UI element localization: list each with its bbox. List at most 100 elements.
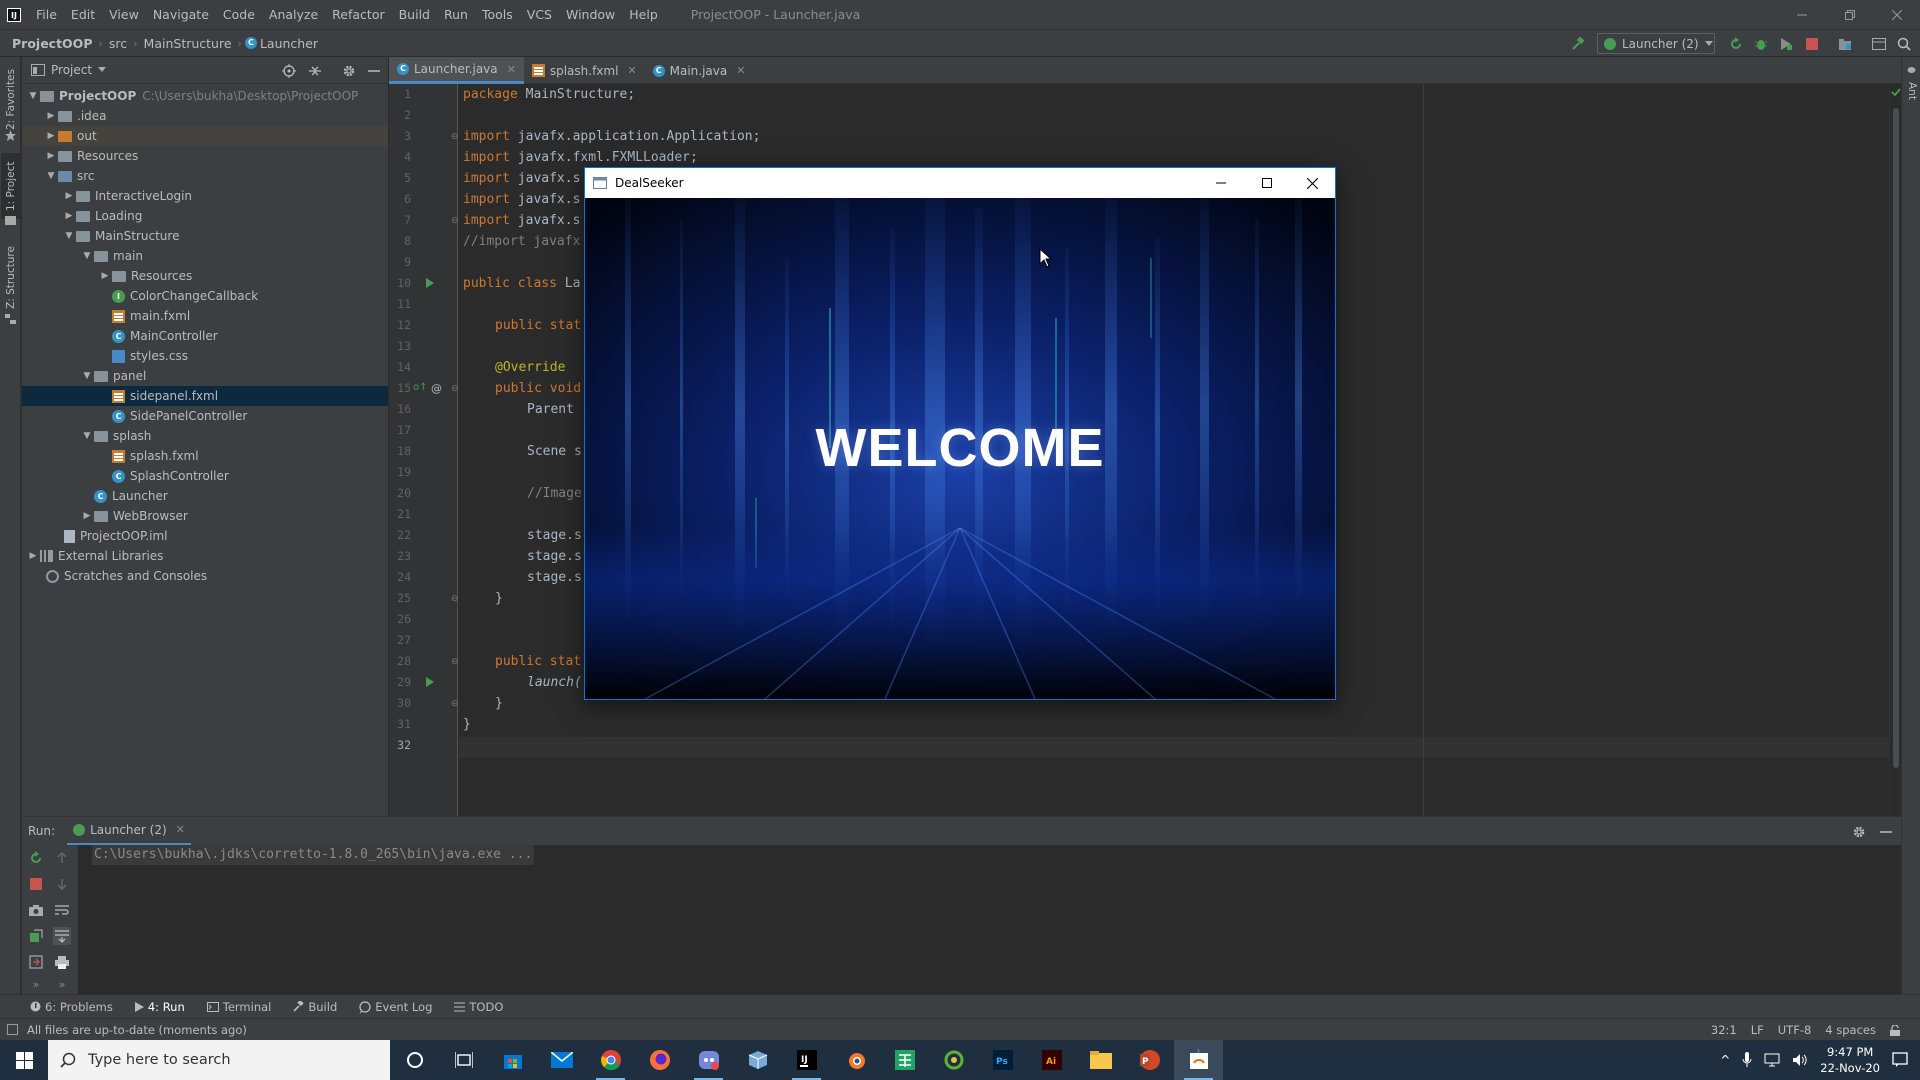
scrollbar-thumb[interactable] — [1893, 108, 1899, 768]
menu-refactor[interactable]: Refactor — [325, 0, 391, 29]
close-tab-icon[interactable]: ✕ — [507, 63, 516, 76]
fold-icon[interactable]: ⊖ — [451, 384, 459, 394]
favorites-tab[interactable]: 2: Favorites — [1, 65, 21, 135]
fold-icon[interactable]: ⊖ — [451, 216, 459, 226]
minimize-button[interactable] — [1779, 0, 1825, 29]
rerun-button[interactable] — [1727, 35, 1745, 53]
clock[interactable]: 9:47 PM 22-Nov-20 — [1820, 1044, 1880, 1076]
chevron-right-icon[interactable]: ▶ — [44, 131, 58, 141]
search-everywhere-button[interactable] — [1895, 35, 1913, 53]
tree-item-projectoop-iml[interactable]: ProjectOOP.iml — [22, 526, 388, 546]
tree-item-projectoop[interactable]: ▼ ProjectOOP C:\Users\bukha\Desktop\Proj… — [22, 86, 388, 106]
terminal-tab[interactable]: Terminal — [206, 1000, 271, 1014]
run-console[interactable] — [22, 845, 1901, 994]
chevron-down-icon[interactable]: ▼ — [62, 231, 76, 241]
file-explorer-app[interactable] — [1076, 1040, 1125, 1080]
gear-icon[interactable] — [342, 64, 356, 78]
breadcrumb-project[interactable]: ProjectOOP — [9, 36, 95, 51]
restore-button[interactable] — [1827, 0, 1873, 29]
mail-app[interactable] — [537, 1040, 586, 1080]
hide-panel-icon[interactable] — [368, 64, 380, 78]
menu-analyze[interactable]: Analyze — [262, 0, 325, 29]
event-log-tab[interactable]: Event Log — [359, 1000, 432, 1014]
editor-scrollbar[interactable] — [1889, 84, 1901, 816]
tree-item-out[interactable]: ▶ out — [22, 126, 388, 146]
microphone-icon[interactable] — [1742, 1052, 1752, 1068]
override-gutter-icon[interactable]: o↑ — [413, 382, 428, 393]
fold-icon[interactable]: ⊖ — [451, 132, 459, 142]
network-icon[interactable] — [1764, 1053, 1780, 1067]
menu-build[interactable]: Build — [392, 0, 437, 29]
store-app[interactable] — [488, 1040, 537, 1080]
tree-item-mainstructure[interactable]: ▼ MainStructure — [22, 226, 388, 246]
fold-icon[interactable]: ⊖ — [451, 699, 459, 709]
run-tab-launcher[interactable]: Launcher (2) ✕ — [67, 817, 191, 846]
task-view-button[interactable] — [439, 1040, 488, 1080]
hide-panel-icon[interactable] — [1880, 825, 1892, 839]
project-structure-button[interactable] — [1836, 35, 1854, 53]
taskbar-search-input[interactable]: Type here to search — [48, 1040, 390, 1080]
tree-item-splashcontroller[interactable]: C SplashController — [22, 466, 388, 486]
more-icon[interactable]: » — [53, 975, 71, 993]
scroll-to-end-button[interactable] — [53, 927, 71, 945]
project-panel-title[interactable]: Project — [51, 63, 92, 77]
ds-minimize-button[interactable] — [1198, 168, 1244, 198]
breadcrumb-mainstructure[interactable]: MainStructure — [141, 36, 235, 51]
tab-launcher-java[interactable]: C Launcher.java ✕ — [389, 57, 524, 84]
tree-item-external-libraries[interactable]: ▶ External Libraries — [22, 546, 388, 566]
chevron-down-icon[interactable]: ▼ — [26, 91, 40, 101]
intellij-app[interactable]: IJ — [782, 1040, 831, 1080]
menu-tools[interactable]: Tools — [475, 0, 520, 29]
chevron-right-icon[interactable]: ▶ — [44, 111, 58, 121]
notification-icon[interactable] — [1892, 1052, 1908, 1068]
scroll-up-button[interactable] — [53, 849, 71, 867]
debug-button[interactable] — [1752, 35, 1770, 53]
dump-threads-button[interactable] — [27, 901, 45, 919]
blender-app[interactable] — [831, 1040, 880, 1080]
chevron-right-icon[interactable]: ▶ — [26, 551, 40, 561]
tab-splash-fxml[interactable]: splash.fxml ✕ — [524, 57, 645, 84]
cortana-button[interactable] — [390, 1040, 439, 1080]
more-icon[interactable]: » — [27, 975, 45, 993]
close-tab-icon[interactable]: ✕ — [176, 823, 185, 836]
fold-icon[interactable]: ⊖ — [451, 594, 459, 604]
layout-toggle-icon[interactable] — [7, 1024, 18, 1035]
tree-item-styles-css[interactable]: styles.css — [22, 346, 388, 366]
exit-button[interactable] — [27, 953, 45, 971]
illustrator-app[interactable]: Ai — [1027, 1040, 1076, 1080]
fold-icon[interactable]: ⊖ — [451, 657, 459, 667]
run-gutter-icon[interactable] — [425, 277, 435, 289]
menu-file[interactable]: File — [29, 0, 64, 29]
breadcrumb-src[interactable]: src — [106, 36, 130, 51]
problems-tab[interactable]: 6: Problems — [30, 1000, 113, 1014]
structure-tab[interactable]: Z: Structure — [1, 242, 21, 314]
tree-item-main-resources[interactable]: ▶ Resources — [22, 266, 388, 286]
close-tab-icon[interactable]: ✕ — [627, 64, 636, 77]
ds-maximize-button[interactable] — [1244, 168, 1290, 198]
menu-navigate[interactable]: Navigate — [146, 0, 216, 29]
chevron-right-icon[interactable]: ▶ — [62, 191, 76, 201]
ant-icon[interactable] — [1906, 65, 1917, 75]
layout-button[interactable] — [1870, 35, 1888, 53]
todo-tab[interactable]: TODO — [454, 1000, 503, 1014]
chevron-right-icon[interactable]: ▶ — [98, 271, 112, 281]
chevron-down-icon[interactable]: ▼ — [80, 251, 94, 261]
start-button[interactable] — [0, 1040, 48, 1080]
tree-item-colorchangecallback[interactable]: I ColorChangeCallback — [22, 286, 388, 306]
virtualbox-app[interactable] — [733, 1040, 782, 1080]
tree-item-launcher[interactable]: C Launcher — [22, 486, 388, 506]
menu-edit[interactable]: Edit — [64, 0, 102, 29]
chevron-up-icon[interactable]: ^ — [1720, 1053, 1730, 1067]
print-button[interactable] — [53, 953, 71, 971]
restore-layout-button[interactable] — [27, 927, 45, 945]
gear-icon[interactable] — [1852, 825, 1866, 839]
project-tool-tab[interactable]: 1: Project — [1, 153, 21, 219]
tree-item-maincontroller[interactable]: C MainController — [22, 326, 388, 346]
snail-app[interactable] — [929, 1040, 978, 1080]
menu-view[interactable]: View — [102, 0, 146, 29]
tree-item-sidepanel-fxml[interactable]: sidepanel.fxml — [22, 386, 388, 406]
chevron-right-icon[interactable]: ▶ — [62, 211, 76, 221]
soft-wrap-button[interactable] — [53, 901, 71, 919]
line-separator[interactable]: LF — [1751, 1023, 1764, 1037]
build-tab[interactable]: Build — [293, 1000, 337, 1014]
